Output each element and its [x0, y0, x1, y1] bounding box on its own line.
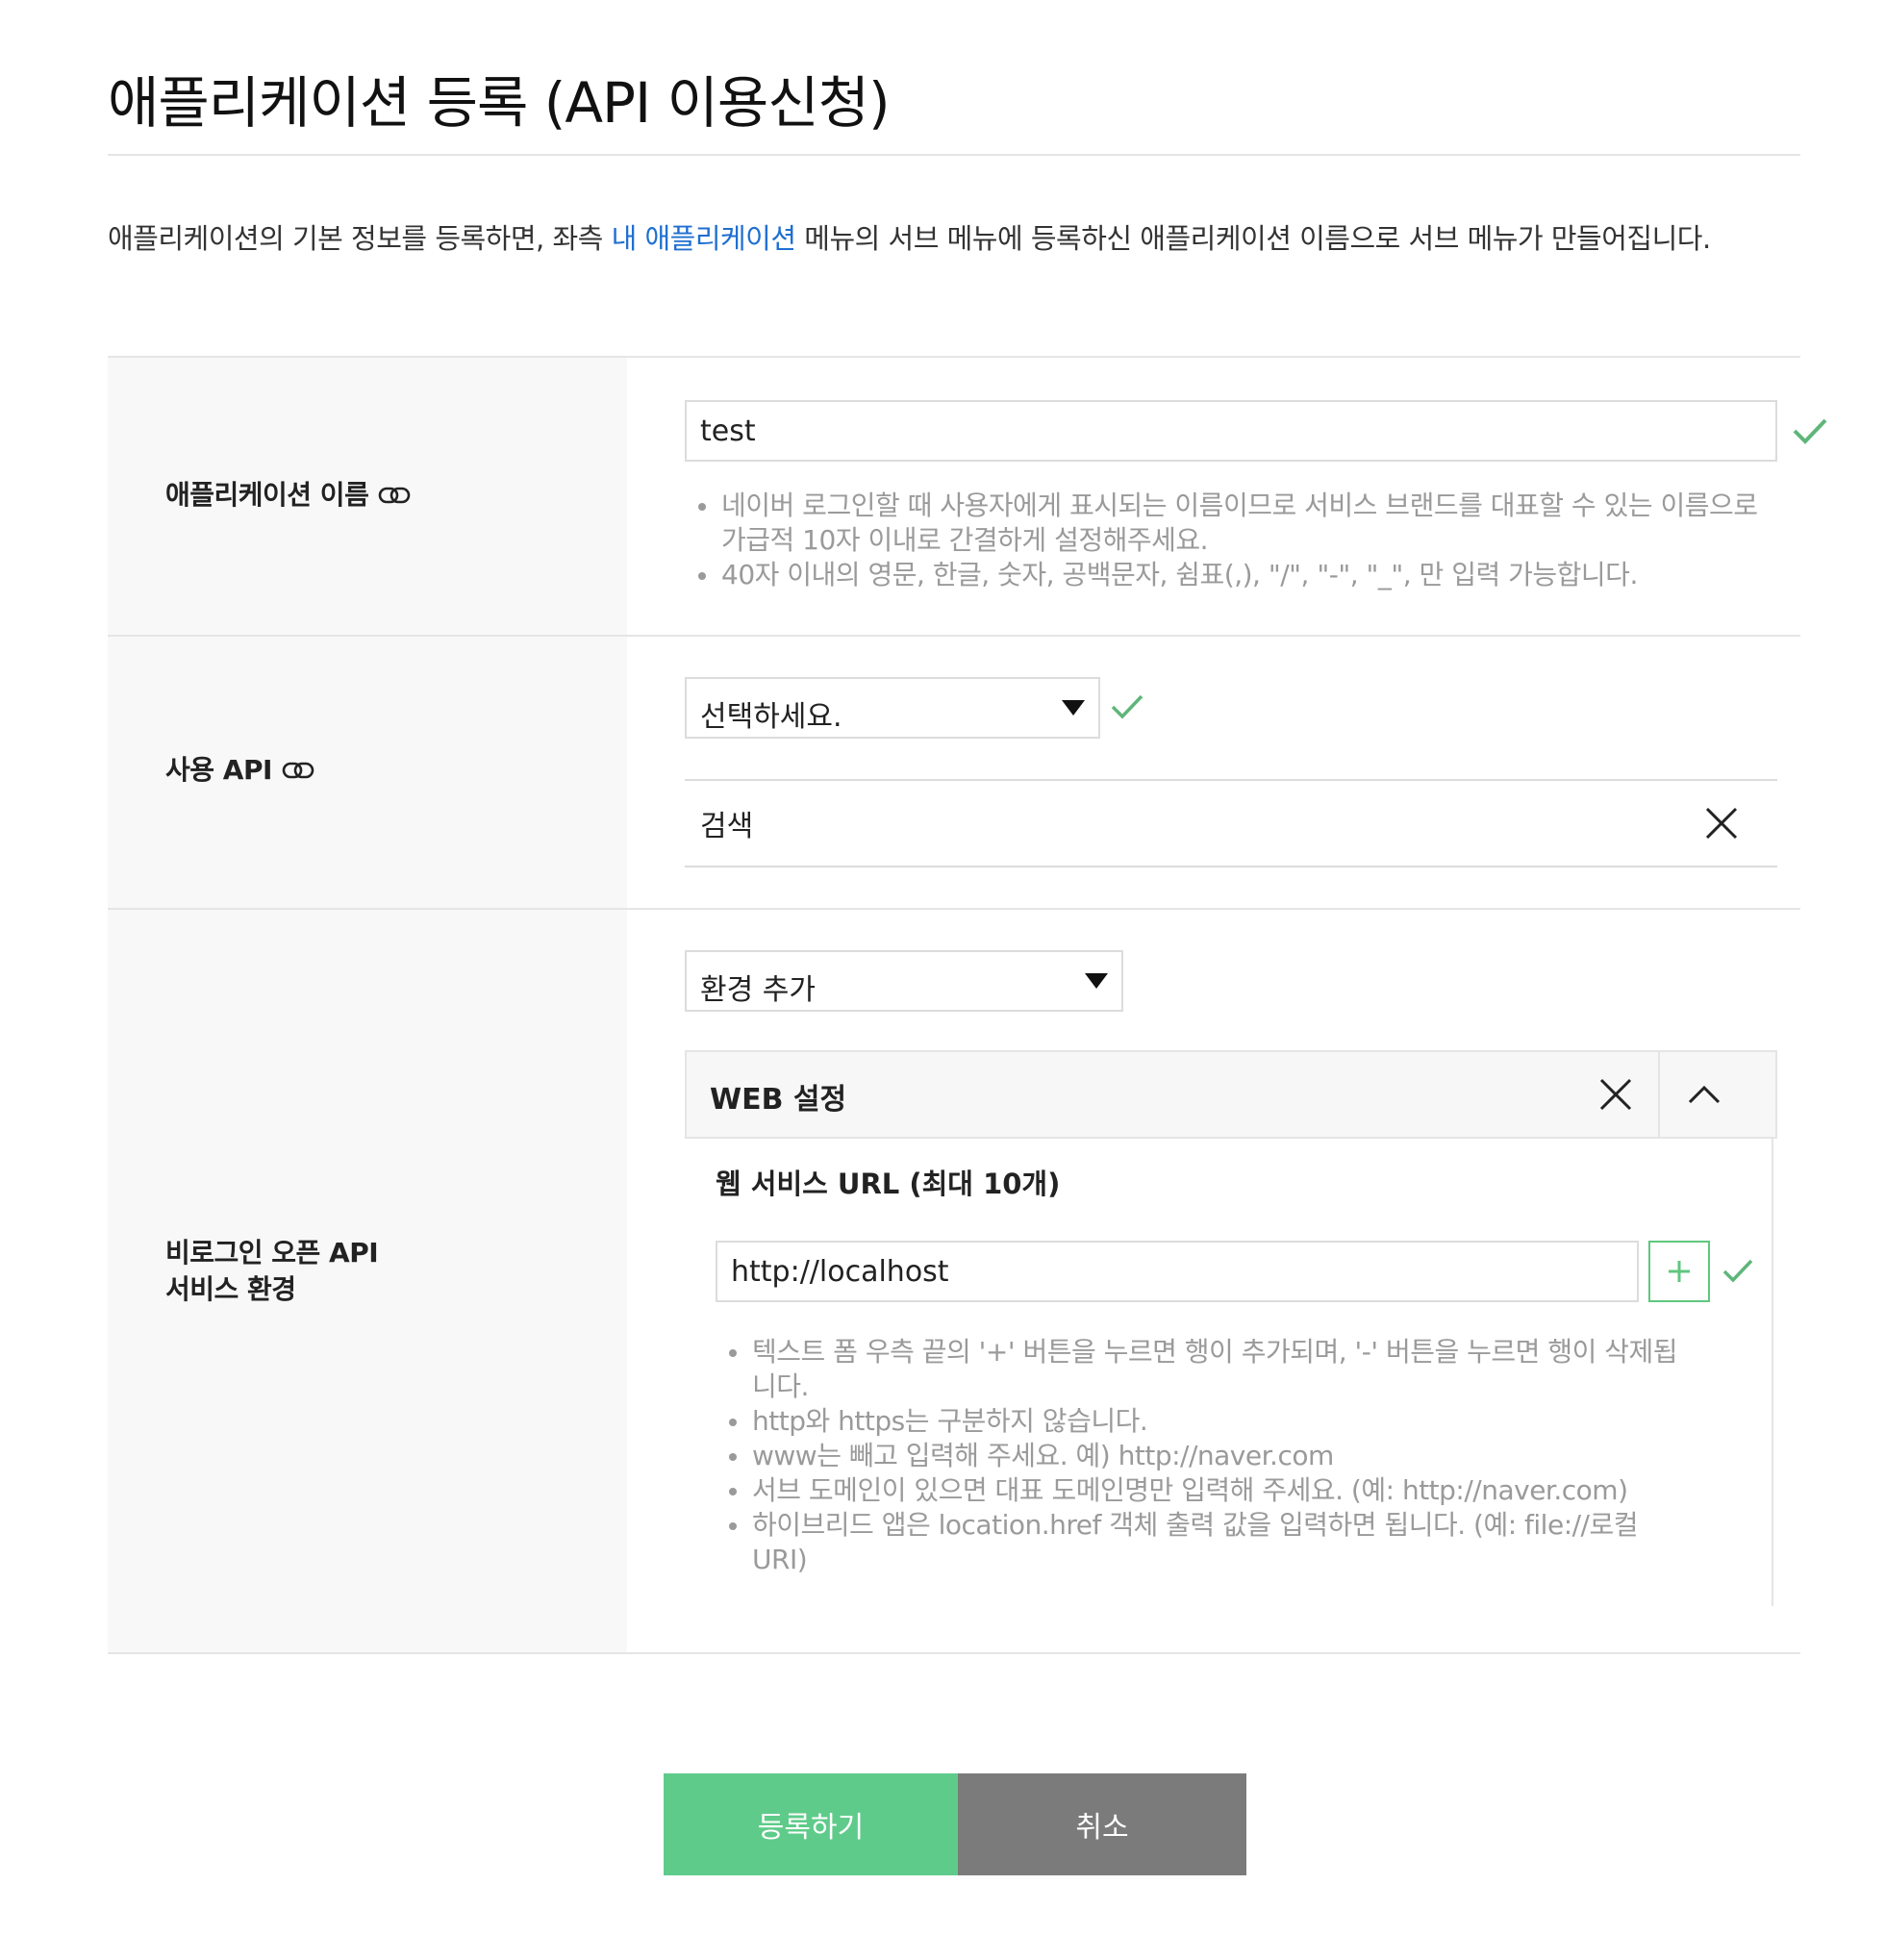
help-item: http와 https는 구분하지 않습니다.: [727, 1404, 1689, 1439]
api-row: 사용 API 선택하세요. 검색: [108, 637, 1800, 910]
web-url-help-list: 텍스트 폼 우측 끝의 '+' 버튼을 누르면 행이 추가되며, '-' 버튼을…: [727, 1335, 1689, 1577]
chevron-down-icon: [1062, 700, 1085, 716]
web-service-url-input[interactable]: [716, 1241, 1639, 1302]
api-label-text: 사용 API: [165, 754, 272, 786]
app-name-label-cell: 애플리케이션 이름: [108, 358, 627, 635]
check-icon: [1111, 694, 1144, 719]
help-item: 하이브리드 앱은 location.href 객체 출력 값을 입력하면 됩니다…: [727, 1508, 1689, 1577]
env-label-line1: 비로그인 오픈 API: [165, 1237, 379, 1269]
close-icon[interactable]: [1598, 1077, 1633, 1112]
web-settings-body: 웹 서비스 URL (최대 10개) 텍스트 폼 우측 끝의 '+' 버튼을 누…: [685, 1139, 1773, 1606]
link-icon[interactable]: [282, 753, 314, 790]
web-settings-title: WEB 설정: [710, 1083, 847, 1117]
help-item: 네이버 로그인할 때 사용자에게 표시되는 이름이므로 서비스 브랜드를 대표할…: [696, 489, 1764, 558]
api-select-value: 선택하세요.: [700, 700, 842, 734]
help-item: 40자 이내의 영문, 한글, 숫자, 공백문자, 쉼표(,), "/", "-…: [696, 558, 1764, 592]
registration-form: 애플리케이션 이름 네이버 로그인할 때 사용자에게 표시되는 이름이므로 서비…: [108, 356, 1827, 1654]
intro-text-before: 애플리케이션의 기본 정보를 등록하면, 좌측: [108, 222, 612, 255]
api-label-cell: 사용 API: [108, 637, 627, 908]
header-divider: [1658, 1052, 1660, 1137]
selected-api-label: 검색: [700, 810, 754, 843]
plus-icon: [1669, 1261, 1690, 1282]
env-add-select[interactable]: 환경 추가: [685, 950, 1123, 1012]
api-select[interactable]: 선택하세요.: [685, 677, 1100, 739]
env-label-line2: 서비스 환경: [165, 1273, 296, 1305]
intro-text: 애플리케이션의 기본 정보를 등록하면, 좌측 내 애플리케이션 메뉴의 서브 …: [108, 212, 1800, 265]
check-icon: [1722, 1259, 1753, 1283]
help-item: 텍스트 폼 우측 끝의 '+' 버튼을 누르면 행이 추가되며, '-' 버튼을…: [727, 1335, 1689, 1404]
api-label: 사용 API: [165, 752, 314, 790]
web-settings-header: WEB 설정: [685, 1050, 1777, 1139]
help-item: 서브 도메인이 있으면 대표 도메인명만 입력해 주세요. (예: http:/…: [727, 1473, 1689, 1508]
app-name-label-text: 애플리케이션 이름: [165, 479, 369, 511]
selected-api-item: 검색: [685, 779, 1777, 867]
app-name-help-list: 네이버 로그인할 때 사용자에게 표시되는 이름이므로 서비스 브랜드를 대표할…: [696, 489, 1764, 592]
chevron-down-icon: [1085, 973, 1108, 989]
env-row: 비로그인 오픈 API 서비스 환경 환경 추가 WEB 설정 웹 서비스 UR…: [108, 910, 1800, 1654]
chevron-up-icon[interactable]: [1687, 1083, 1722, 1106]
submit-button[interactable]: 등록하기: [664, 1773, 958, 1875]
my-applications-link[interactable]: 내 애플리케이션: [612, 222, 796, 255]
intro-text-after: 메뉴의 서브 메뉴에 등록하신 애플리케이션 이름으로 서브 메뉴가 만들어집니…: [795, 222, 1711, 255]
add-url-button[interactable]: [1648, 1241, 1710, 1302]
app-name-label: 애플리케이션 이름: [165, 477, 411, 515]
help-item: www는 빼고 입력해 주세요. 예) http://naver.com: [727, 1439, 1689, 1473]
close-icon[interactable]: [1704, 806, 1739, 841]
page-title: 애플리케이션 등록 (API 이용신청): [108, 70, 891, 136]
cancel-button[interactable]: 취소: [958, 1773, 1246, 1875]
title-divider: [108, 154, 1800, 156]
env-label: 비로그인 오픈 API 서비스 환경: [165, 1235, 379, 1308]
env-add-select-value: 환경 추가: [700, 973, 816, 1007]
app-name-row: 애플리케이션 이름 네이버 로그인할 때 사용자에게 표시되는 이름이므로 서비…: [108, 358, 1827, 637]
link-icon[interactable]: [378, 478, 411, 515]
app-name-input[interactable]: [685, 400, 1777, 462]
env-label-cell: 비로그인 오픈 API 서비스 환경: [108, 910, 627, 1652]
web-service-url-heading: 웹 서비스 URL (최대 10개): [716, 1168, 1061, 1200]
check-icon: [1793, 418, 1827, 444]
